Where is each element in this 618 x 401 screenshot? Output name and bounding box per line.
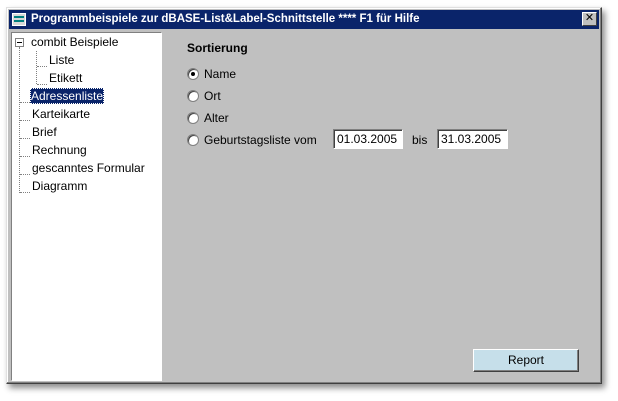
tree-collapse-icon[interactable]	[15, 38, 24, 47]
tree-item-adressenliste[interactable]: Adressenliste	[30, 88, 105, 104]
radio-label-geburtstagsliste: Geburtstagsliste vom	[204, 133, 317, 147]
tree-item-rechnung[interactable]: Rechnung	[31, 142, 88, 158]
tree-item-gescanntes-formular[interactable]: gescanntes Formular	[31, 160, 146, 176]
date-to-input[interactable]: 31.03.2005	[437, 129, 508, 149]
tree-item-karteikarte[interactable]: Karteikarte	[31, 106, 91, 122]
radio-button-geburtstagsliste[interactable]	[187, 134, 199, 146]
app-window-icon	[12, 13, 26, 26]
bis-label: bis	[412, 133, 428, 147]
tree-item-diagramm[interactable]: Diagramm	[31, 178, 88, 194]
tree-item-etikett[interactable]: Etikett	[48, 70, 83, 86]
tree-root-item[interactable]: combit Beispiele	[30, 34, 119, 50]
radio-button-alter[interactable]	[187, 112, 199, 124]
radio-label-name: Name	[204, 67, 237, 81]
tree-line-item-4	[20, 174, 30, 175]
close-icon: ✕	[584, 12, 595, 24]
tree-item-brief[interactable]: Brief	[31, 124, 58, 140]
tree-line-etikett	[37, 84, 47, 85]
tree-line-item-3	[20, 156, 30, 157]
tree-item-liste[interactable]: Liste	[48, 52, 75, 68]
sorting-group-title: Sortierung	[187, 41, 248, 55]
radio-button-ort[interactable]	[187, 90, 199, 102]
report-button[interactable]: Report	[473, 349, 579, 372]
radio-button-name[interactable]	[187, 68, 199, 80]
app-window: Programmbeispiele zur dBASE-List&Label-S…	[6, 7, 602, 384]
radio-label-alter: Alter	[204, 111, 229, 125]
title-bar[interactable]: Programmbeispiele zur dBASE-List&Label-S…	[9, 10, 599, 29]
tree-line-item-2	[20, 138, 30, 139]
example-tree[interactable]: combit Beispiele Liste Etikett Adressenl…	[11, 32, 162, 381]
tree-line-item-0	[20, 102, 30, 103]
tree-line-children	[36, 51, 37, 84]
tree-line-item-5	[20, 192, 30, 193]
radio-label-ort: Ort	[204, 89, 221, 103]
date-from-input[interactable]: 01.03.2005	[333, 129, 403, 149]
tree-line-item-1	[20, 120, 30, 121]
window-title: Programmbeispiele zur dBASE-List&Label-S…	[31, 13, 420, 25]
tree-line-liste	[37, 66, 47, 67]
close-button[interactable]: ✕	[582, 12, 597, 26]
